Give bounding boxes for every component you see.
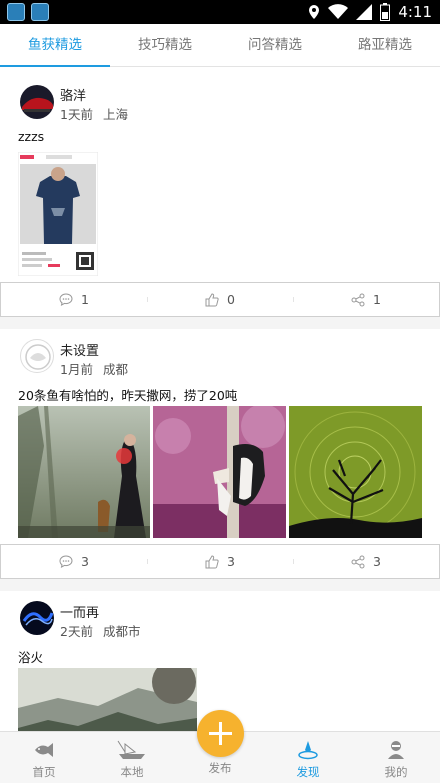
tab-catch[interactable]: 鱼获精选 xyxy=(0,24,110,67)
share-count: 3 xyxy=(373,554,381,569)
comment-icon xyxy=(59,293,73,306)
like-count: 3 xyxy=(227,554,235,569)
post-location: 成都市 xyxy=(102,624,141,639)
post-meta: 2天前 成都市 xyxy=(60,621,140,640)
comment-icon xyxy=(59,555,73,568)
share-count: 1 xyxy=(373,292,381,307)
post-location: 成都 xyxy=(102,362,128,377)
discover-icon xyxy=(298,741,318,760)
post-time: 2天前 xyxy=(60,624,93,639)
post-location: 上海 xyxy=(102,107,128,122)
app-notification-icon xyxy=(7,3,25,21)
post-text: 浴火 xyxy=(18,650,44,665)
post-image[interactable] xyxy=(18,406,150,538)
username[interactable]: 骆洋 xyxy=(60,85,86,104)
post-meta: 1天前 上海 xyxy=(60,104,128,123)
fish-icon xyxy=(35,743,53,757)
thumbs-up-icon xyxy=(205,554,219,568)
post-actions: 1 0 1 xyxy=(0,282,440,317)
share-button[interactable]: 1 xyxy=(293,292,439,307)
nav-discover[interactable]: 发现 xyxy=(264,732,352,783)
post-time: 1天前 xyxy=(60,107,93,122)
post-actions: 3 3 3 xyxy=(0,544,440,579)
battery-icon xyxy=(380,3,391,21)
boat-icon xyxy=(117,740,145,759)
nav-home[interactable]: 首页 xyxy=(0,732,88,783)
comment-count: 1 xyxy=(81,292,89,307)
post-image[interactable] xyxy=(153,404,286,538)
share-icon xyxy=(351,555,365,568)
post-feed[interactable]: 骆洋 1天前 上海 zzzs 1 0 1 未设置 1月前 成都 20条鱼有啥怕的… xyxy=(0,67,440,732)
publish-plus-button[interactable] xyxy=(197,710,244,757)
nav-me[interactable]: 我的 xyxy=(352,732,440,783)
signal-icon xyxy=(356,4,373,20)
profile-icon xyxy=(388,741,404,759)
comment-count: 3 xyxy=(81,554,89,569)
status-bar: 4:11 xyxy=(0,0,440,24)
app-notification-icon xyxy=(31,3,49,21)
comment-button[interactable]: 1 xyxy=(1,292,147,307)
like-button[interactable]: 3 xyxy=(147,554,293,569)
nav-local[interactable]: 本地 xyxy=(88,732,176,783)
post-image[interactable] xyxy=(18,660,197,732)
share-icon xyxy=(351,293,365,306)
username[interactable]: 一而再 xyxy=(60,602,99,621)
tab-lure[interactable]: 路亚精选 xyxy=(330,24,440,66)
location-icon xyxy=(309,5,320,19)
category-tabs: 鱼获精选 技巧精选 问答精选 路亚精选 xyxy=(0,24,440,67)
post-meta: 1月前 成都 xyxy=(60,359,128,378)
post-time: 1月前 xyxy=(60,362,93,377)
username[interactable]: 未设置 xyxy=(60,340,99,359)
share-button[interactable]: 3 xyxy=(293,554,439,569)
like-count: 0 xyxy=(227,292,235,307)
nav-label: 发布 xyxy=(208,761,232,775)
nav-label: 首页 xyxy=(32,765,56,779)
nav-label: 发现 xyxy=(296,765,320,779)
comment-button[interactable]: 3 xyxy=(1,554,147,569)
nav-label: 本地 xyxy=(120,765,144,779)
post-text: 20条鱼有啥怕的，昨天撒网，捞了20吨 xyxy=(18,388,238,403)
tab-qa[interactable]: 问答精选 xyxy=(220,24,330,66)
post-image[interactable] xyxy=(17,151,99,277)
like-button[interactable]: 0 xyxy=(147,292,293,307)
avatar[interactable] xyxy=(20,339,54,373)
clock: 4:11 xyxy=(398,3,432,21)
avatar[interactable] xyxy=(20,601,54,635)
post-card[interactable]: 骆洋 1天前 上海 zzzs 1 0 1 xyxy=(0,67,440,317)
post-image[interactable] xyxy=(289,406,422,538)
avatar[interactable] xyxy=(20,85,54,119)
wifi-icon xyxy=(328,4,349,19)
thumbs-up-icon xyxy=(205,292,219,306)
tab-skills[interactable]: 技巧精选 xyxy=(110,24,220,66)
post-text: zzzs xyxy=(18,129,45,144)
post-card[interactable]: 未设置 1月前 成都 20条鱼有啥怕的，昨天撒网，捞了20吨 3 3 3 xyxy=(0,329,440,579)
nav-label: 我的 xyxy=(384,765,408,779)
